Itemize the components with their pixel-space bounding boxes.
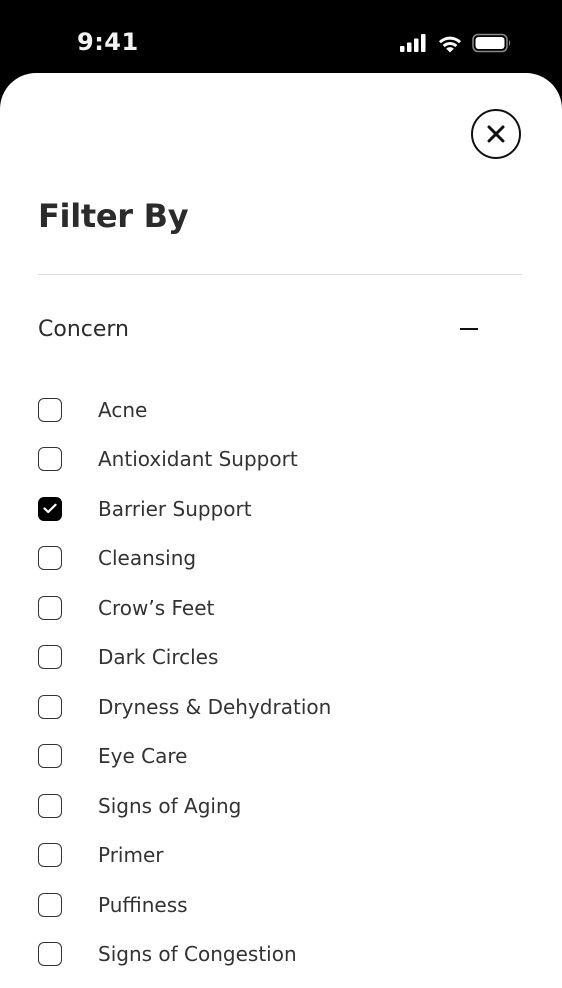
filter-option[interactable]: Crow’s Feet xyxy=(38,583,522,633)
option-label: Eye Care xyxy=(98,744,188,769)
section-header-concern[interactable]: Concern xyxy=(38,309,486,349)
checkbox[interactable] xyxy=(38,397,62,422)
filter-option[interactable]: Acne xyxy=(38,385,522,435)
wifi-icon xyxy=(437,34,463,53)
checkbox[interactable] xyxy=(38,892,62,917)
checkbox[interactable] xyxy=(38,942,62,967)
option-label: Crow’s Feet xyxy=(98,595,215,620)
option-label: Signs of Congestion xyxy=(98,942,297,967)
option-label: Puffiness xyxy=(98,892,188,917)
option-label: Dryness & Dehydration xyxy=(98,694,332,719)
filter-option[interactable]: Dryness & Dehydration xyxy=(38,682,522,732)
checkbox[interactable] xyxy=(38,694,62,719)
status-icons xyxy=(400,33,512,53)
checkbox[interactable] xyxy=(38,793,62,818)
option-label: Dark Circles xyxy=(98,645,219,670)
checkbox[interactable] xyxy=(38,595,62,620)
filter-option[interactable]: Eye Care xyxy=(38,732,522,782)
filter-option[interactable]: Signs of Congestion xyxy=(38,930,522,980)
option-label: Cleansing xyxy=(98,546,197,571)
filter-option[interactable]: Primer xyxy=(38,831,522,881)
page-title: Filter By xyxy=(38,197,189,235)
checkbox[interactable] xyxy=(38,744,62,769)
option-label: Barrier Support xyxy=(98,496,252,521)
checkbox[interactable] xyxy=(38,843,62,868)
option-label: Antioxidant Support xyxy=(98,447,298,472)
options-list: Acne Antioxidant Support Barrier Support Cl… xyxy=(38,385,522,979)
cellular-signal-icon xyxy=(400,34,428,52)
battery-icon xyxy=(472,33,512,53)
section-title: Concern xyxy=(38,316,129,342)
filter-option[interactable]: Cleansing xyxy=(38,534,522,584)
filter-option[interactable]: Antioxidant Support xyxy=(38,435,522,485)
checkbox[interactable] xyxy=(38,546,62,571)
filter-option[interactable]: Puffiness xyxy=(38,880,522,930)
filter-sheet: Filter By Concern Acne Antioxidant Suppor… xyxy=(0,73,562,988)
filter-option[interactable]: Signs of Aging xyxy=(38,781,522,831)
option-label: Signs of Aging xyxy=(98,793,242,818)
status-time: 9:41 xyxy=(77,28,139,56)
checkbox[interactable] xyxy=(38,645,62,670)
checkmark-icon xyxy=(43,503,57,514)
divider xyxy=(38,274,522,275)
filter-option[interactable]: Dark Circles xyxy=(38,633,522,683)
option-label: Primer xyxy=(98,843,164,868)
close-button[interactable] xyxy=(471,109,521,159)
minus-icon[interactable] xyxy=(460,328,478,330)
filter-option[interactable]: Barrier Support xyxy=(38,484,522,534)
close-icon[interactable] xyxy=(485,123,507,145)
option-label: Acne xyxy=(98,397,148,422)
checkbox[interactable] xyxy=(38,447,62,472)
checkbox[interactable] xyxy=(38,496,62,521)
